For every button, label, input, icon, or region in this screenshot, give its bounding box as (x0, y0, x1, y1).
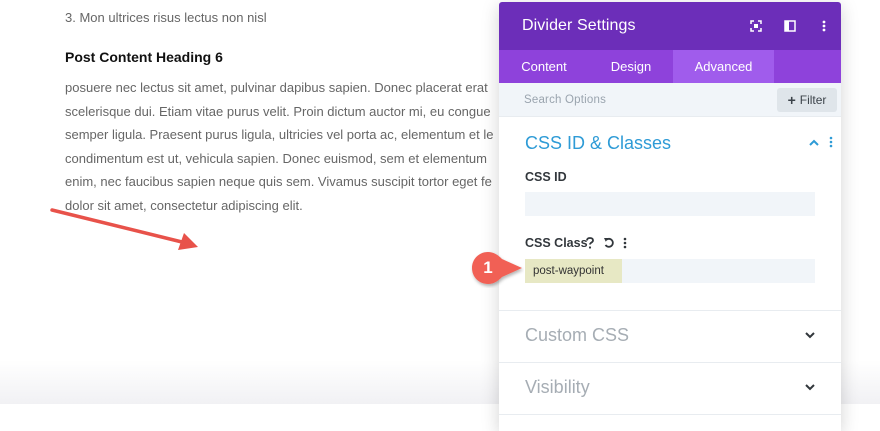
more-vertical-icon[interactable] (829, 136, 833, 148)
filter-button[interactable]: + Filter (777, 88, 837, 112)
search-options-bar[interactable]: Search Options + Filter (499, 83, 841, 117)
tab-design[interactable]: Design (589, 50, 673, 83)
css-id-label: CSS ID (525, 170, 567, 184)
paragraph-line: condimentum est ut, vehicula sapien. Don… (65, 150, 487, 166)
more-vertical-icon[interactable] (807, 2, 841, 50)
more-vertical-icon[interactable] (623, 237, 627, 249)
chevron-up-icon[interactable] (809, 139, 819, 146)
undo-icon[interactable] (603, 237, 615, 249)
settings-tabs: Content Design Advanced (499, 50, 841, 83)
section-divider (499, 414, 841, 415)
post-heading: Post Content Heading 6 (65, 49, 223, 65)
tab-content[interactable]: Content (499, 50, 589, 83)
tab-advanced[interactable]: Advanced (673, 50, 774, 83)
help-icon[interactable] (585, 237, 595, 249)
callout-number: 1 (483, 258, 493, 277)
sidebar-toggle-icon[interactable] (773, 2, 807, 50)
divider-settings-panel: Divider Settings Content Design Advanced… (499, 2, 841, 431)
post-paragraph: posuere nec lectus sit amet, pulvinar da… (65, 76, 501, 217)
search-input[interactable]: Search Options (524, 94, 606, 106)
paragraph-line: enim, nec faucibus sapien neque quis sem… (65, 174, 492, 189)
css-id-field[interactable] (525, 192, 815, 216)
filter-label: Filter (799, 93, 827, 107)
plus-icon: + (787, 92, 796, 108)
paragraph-line: posuere nec lectus sit amet, pulvinar da… (65, 80, 488, 95)
panel-header[interactable]: Divider Settings (499, 2, 841, 50)
pointer-arrow-icon (50, 208, 198, 250)
section-title-custom-css[interactable]: Custom CSS (525, 325, 629, 346)
section-title-visibility[interactable]: Visibility (525, 377, 590, 398)
list-item-3: 3. Mon ultrices risus lectus non nisl (65, 10, 267, 25)
chevron-down-icon[interactable] (805, 332, 815, 339)
paragraph-line: semper ligula. Praesent purus ligula, ul… (65, 127, 494, 142)
panel-title: Divider Settings (522, 17, 636, 34)
focus-icon[interactable] (739, 2, 773, 50)
section-controls (809, 136, 833, 148)
section-divider (499, 310, 841, 311)
chevron-down-icon[interactable] (805, 384, 815, 391)
css-class-value[interactable]: post-waypoint (525, 259, 622, 283)
paragraph-line: scelerisque dui. Etiam vitae purus velit… (65, 103, 491, 119)
css-class-label: CSS Class (525, 236, 588, 250)
section-divider (499, 362, 841, 363)
section-title-css[interactable]: CSS ID & Classes (525, 133, 671, 154)
